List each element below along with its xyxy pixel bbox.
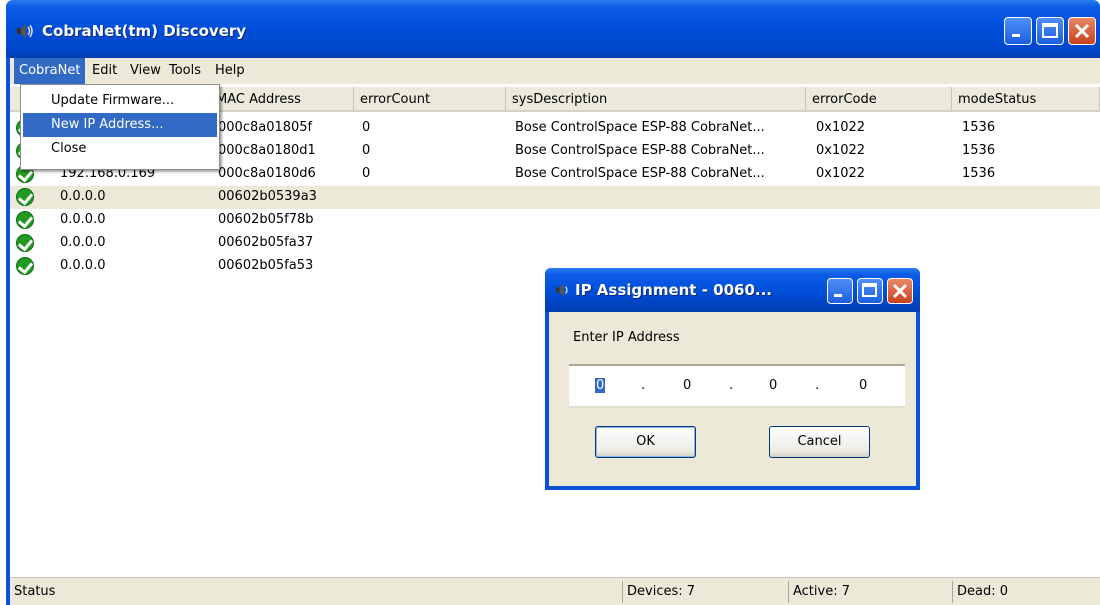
speaker-icon bbox=[556, 283, 568, 297]
dialog-minimize-button[interactable] bbox=[827, 278, 853, 304]
cell-sysdescription: Bose ControlSpace ESP-88 CobraNet... bbox=[515, 120, 765, 135]
cell-modestatus: 1536 bbox=[962, 143, 996, 158]
menu-bar: CobraNet Edit View Tools Help bbox=[10, 58, 1100, 84]
cell-mac: 000c8a01805f bbox=[218, 120, 313, 135]
cell-sysdescription: Bose ControlSpace ESP-88 CobraNet... bbox=[515, 143, 765, 158]
ip-octet-3[interactable]: 0 bbox=[769, 378, 777, 393]
cell-mac: 00602b0539a3 bbox=[218, 189, 317, 204]
cell-mac: 000c8a0180d1 bbox=[218, 143, 316, 158]
cell-errorcode: 0x1022 bbox=[816, 143, 866, 158]
table-row-selected[interactable]: 0.0.0.0 00602b0539a3 bbox=[10, 186, 1100, 209]
check-icon bbox=[16, 188, 34, 206]
ip-address-field[interactable]: 0 . 0 . 0 . 0 bbox=[569, 364, 905, 408]
column-header-sysdescription[interactable]: sysDescription bbox=[506, 87, 806, 112]
menu-tools[interactable]: Tools bbox=[164, 58, 206, 84]
minimize-icon bbox=[1012, 34, 1020, 37]
cancel-button[interactable]: Cancel bbox=[769, 426, 870, 458]
cell-errorcount: 0 bbox=[362, 143, 371, 158]
cell-errorcode: 0x1022 bbox=[816, 120, 866, 135]
dialog-close-button[interactable] bbox=[887, 278, 913, 304]
ip-octet-4[interactable]: 0 bbox=[859, 378, 867, 393]
maximize-icon bbox=[1042, 23, 1058, 38]
minimize-icon bbox=[834, 294, 842, 297]
status-active: Active: 7 bbox=[788, 581, 952, 603]
dialog-maximize-button[interactable] bbox=[857, 278, 883, 304]
column-header-errorcount[interactable]: errorCount bbox=[354, 87, 506, 112]
menu-item-new-ip-address[interactable]: New IP Address... bbox=[23, 113, 217, 137]
column-header-errorcode[interactable]: errorCode bbox=[806, 87, 952, 112]
check-icon bbox=[16, 211, 34, 229]
cell-mac: 00602b05fa37 bbox=[218, 235, 314, 250]
ip-separator: . bbox=[729, 378, 734, 393]
cell-ip: 0.0.0.0 bbox=[60, 258, 106, 273]
status-devices: Devices: 7 bbox=[622, 581, 788, 603]
cell-mac: 00602b05fa53 bbox=[218, 258, 314, 273]
ip-assignment-dialog: IP Assignment - 0060... Enter IP Address… bbox=[545, 268, 920, 490]
title-bar[interactable]: CobraNet(tm) Discovery bbox=[6, 0, 1100, 58]
menu-item-close[interactable]: Close bbox=[23, 137, 217, 161]
check-icon bbox=[16, 234, 34, 252]
status-dead: Dead: 0 bbox=[952, 581, 1100, 603]
cell-errorcode: 0x1022 bbox=[816, 166, 866, 181]
maximize-icon bbox=[862, 283, 877, 297]
cell-modestatus: 1536 bbox=[962, 166, 996, 181]
minimize-button[interactable] bbox=[1004, 17, 1032, 45]
cell-errorcount: 0 bbox=[362, 120, 371, 135]
close-icon bbox=[892, 283, 908, 299]
cell-modestatus: 1536 bbox=[962, 120, 996, 135]
cell-ip: 0.0.0.0 bbox=[60, 235, 106, 250]
dialog-title: IP Assignment - 0060... bbox=[575, 281, 772, 299]
cell-mac: 00602b05f78b bbox=[218, 212, 314, 227]
cell-errorcount: 0 bbox=[362, 166, 371, 181]
ok-button[interactable]: OK bbox=[595, 426, 696, 458]
status-bar: Status Devices: 7 Active: 7 Dead: 0 bbox=[10, 577, 1100, 605]
column-header-modestatus[interactable]: modeStatus bbox=[952, 87, 1100, 112]
status-text: Status bbox=[14, 584, 56, 599]
column-header-mac[interactable]: MAC Address bbox=[210, 87, 354, 112]
ip-separator: . bbox=[815, 378, 820, 393]
cell-sysdescription: Bose ControlSpace ESP-88 CobraNet... bbox=[515, 166, 765, 181]
cobranet-dropdown-menu: Update Firmware... New IP Address... Clo… bbox=[20, 84, 220, 170]
window-title: CobraNet(tm) Discovery bbox=[42, 22, 247, 40]
ip-address-label: Enter IP Address bbox=[573, 330, 680, 345]
ip-octet-2[interactable]: 0 bbox=[683, 378, 691, 393]
dialog-body: Enter IP Address 0 . 0 . 0 . 0 OK Cancel bbox=[549, 312, 916, 486]
cell-ip: 0.0.0.0 bbox=[60, 189, 106, 204]
ip-separator: . bbox=[641, 378, 646, 393]
menu-help[interactable]: Help bbox=[210, 58, 250, 84]
close-icon bbox=[1074, 23, 1090, 39]
maximize-button[interactable] bbox=[1036, 17, 1064, 45]
table-row[interactable]: 0.0.0.0 00602b05fa37 bbox=[10, 232, 1100, 255]
cell-mac: 000c8a0180d6 bbox=[218, 166, 316, 181]
check-icon bbox=[16, 257, 34, 275]
menu-view[interactable]: View bbox=[125, 58, 166, 84]
cell-ip: 0.0.0.0 bbox=[60, 212, 106, 227]
close-button[interactable] bbox=[1068, 17, 1096, 45]
menu-item-update-firmware[interactable]: Update Firmware... bbox=[23, 89, 217, 113]
dialog-title-bar[interactable]: IP Assignment - 0060... bbox=[545, 268, 920, 312]
table-row[interactable]: 0.0.0.0 00602b05f78b bbox=[10, 209, 1100, 232]
menu-cobranet[interactable]: CobraNet bbox=[14, 58, 86, 84]
speaker-icon bbox=[17, 24, 33, 38]
menu-edit[interactable]: Edit bbox=[87, 58, 122, 84]
ip-octet-1[interactable]: 0 bbox=[595, 378, 606, 393]
